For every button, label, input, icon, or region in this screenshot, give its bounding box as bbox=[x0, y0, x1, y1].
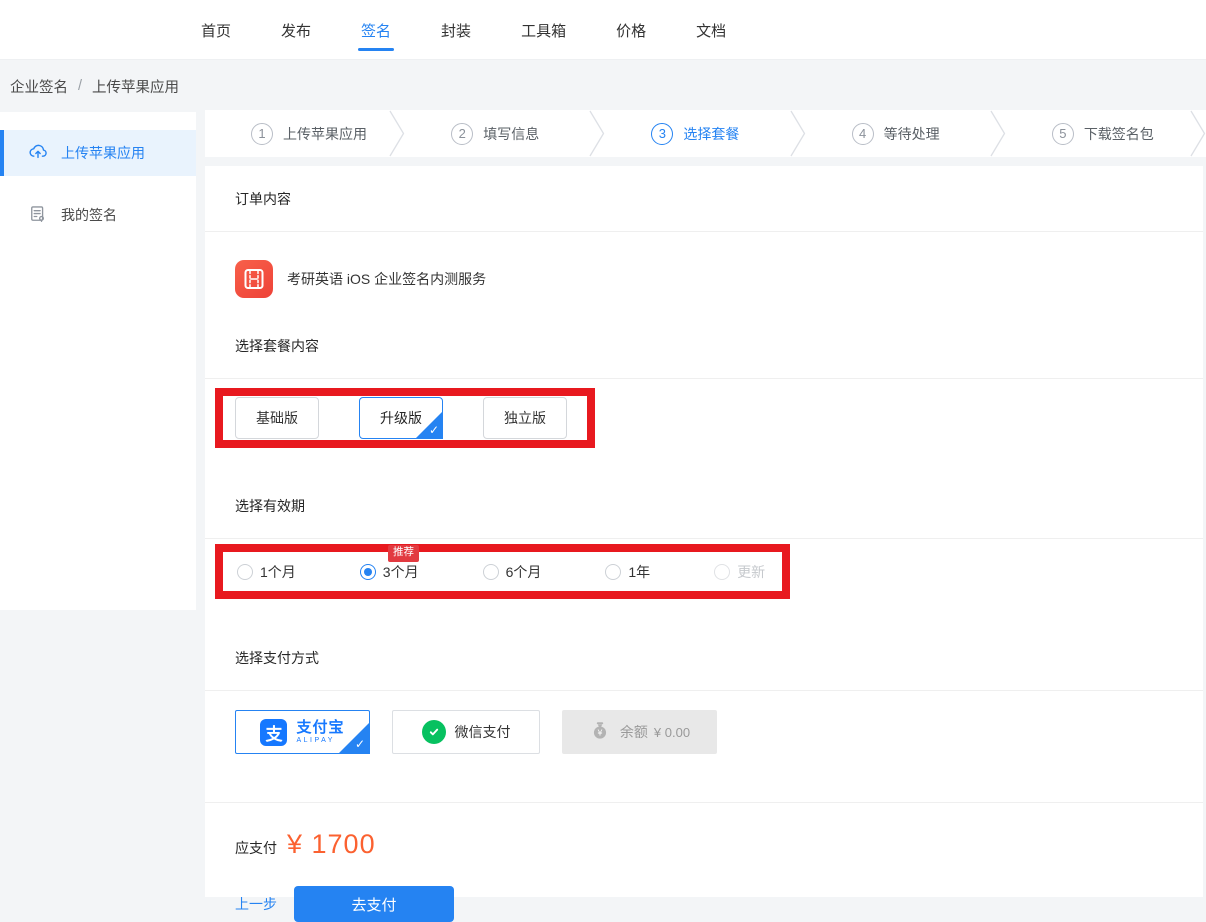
annotation-box-package: 基础版 升级版 独立版 bbox=[215, 388, 595, 448]
step-label: 选择套餐 bbox=[683, 124, 739, 144]
package-option-standalone[interactable]: 独立版 bbox=[483, 397, 567, 439]
breadcrumb-current: 上传苹果应用 bbox=[92, 76, 179, 97]
payable-amount: ¥ 1700 bbox=[287, 829, 376, 860]
recommended-badge: 推荐 bbox=[388, 545, 419, 562]
nav-item-docs[interactable]: 文档 bbox=[696, 0, 726, 60]
svg-text:¥: ¥ bbox=[597, 727, 602, 737]
sidebar-item-my-signatures[interactable]: 我的签名 bbox=[0, 192, 196, 238]
cloud-upload-icon bbox=[28, 142, 48, 165]
nav-item-toolbox[interactable]: 工具箱 bbox=[521, 0, 566, 60]
payable-label: 应支付 bbox=[235, 838, 277, 858]
step-number: 1 bbox=[251, 123, 273, 145]
breadcrumb: 企业签名 / 上传苹果应用 bbox=[0, 60, 1206, 112]
radio-selected-icon bbox=[360, 564, 376, 580]
top-nav: 首页 发布 签名 封装 工具箱 价格 文档 bbox=[0, 0, 1206, 60]
radio-icon bbox=[237, 564, 253, 580]
wechat-pay-icon bbox=[422, 720, 446, 744]
step-label: 上传苹果应用 bbox=[283, 124, 367, 144]
validity-option-1year[interactable]: 1年 bbox=[605, 562, 650, 582]
sidebar-item-label: 上传苹果应用 bbox=[61, 143, 145, 163]
wizard-step-2: 2 填写信息 bbox=[405, 110, 605, 157]
chevron-right-icon bbox=[389, 110, 405, 157]
step-number: 2 bbox=[451, 123, 473, 145]
wizard-step-1: 1 上传苹果应用 bbox=[205, 110, 405, 157]
wizard-step-3-active: 3 选择套餐 bbox=[605, 110, 805, 157]
step-number: 4 bbox=[852, 123, 874, 145]
radio-disabled-icon bbox=[714, 564, 730, 580]
chevron-right-icon bbox=[990, 110, 1006, 157]
payment-option-alipay-selected[interactable]: 支 支付宝 ALIPAY bbox=[235, 710, 370, 754]
validity-option-label: 1年 bbox=[628, 562, 650, 582]
nav-item-home[interactable]: 首页 bbox=[201, 0, 231, 60]
main-panel: 订单内容 考研英语 iOS 企业签名内测服务 选择套餐内容 基础版 升级版 独立… bbox=[205, 166, 1203, 897]
step-wizard: 1 上传苹果应用 2 填写信息 3 选择套餐 4 等待处理 5 下载签名包 bbox=[205, 110, 1206, 157]
step-number: 5 bbox=[1052, 123, 1074, 145]
step-label: 等待处理 bbox=[884, 124, 940, 144]
alipay-logo-icon: 支 bbox=[260, 719, 287, 746]
selected-check-icon bbox=[415, 411, 443, 439]
previous-step-link[interactable]: 上一步 bbox=[235, 894, 277, 914]
wizard-step-5: 5 下载签名包 bbox=[1006, 110, 1206, 157]
balance-amount: ¥ 0.00 bbox=[654, 725, 690, 740]
order-footer: 应支付 ¥ 1700 上一步 去支付 bbox=[205, 803, 1203, 922]
breadcrumb-root[interactable]: 企业签名 bbox=[10, 76, 68, 97]
validity-option-1month[interactable]: 1个月 bbox=[237, 562, 296, 582]
order-app-row: 考研英语 iOS 企业签名内测服务 bbox=[205, 232, 1203, 318]
validity-option-label: 更新 bbox=[737, 562, 765, 582]
chevron-right-icon bbox=[1190, 110, 1206, 157]
validity-option-label: 3个月 bbox=[383, 562, 419, 582]
order-section-title: 订单内容 bbox=[205, 166, 1203, 232]
validity-option-3months-selected[interactable]: 3个月 bbox=[360, 562, 419, 582]
chevron-right-icon bbox=[790, 110, 806, 157]
payment-options-row: 支 支付宝 ALIPAY 微信支付 ¥ bbox=[205, 691, 1203, 803]
payment-section-title: 选择支付方式 bbox=[205, 625, 1203, 691]
package-section-title: 选择套餐内容 bbox=[205, 318, 1203, 379]
payment-option-balance-disabled: ¥ 余额 ¥ 0.00 bbox=[562, 710, 717, 754]
payment-option-wechat[interactable]: 微信支付 bbox=[392, 710, 540, 754]
chevron-right-icon bbox=[589, 110, 605, 157]
radio-icon bbox=[605, 564, 621, 580]
package-option-basic[interactable]: 基础版 bbox=[235, 397, 319, 439]
order-app-name: 考研英语 iOS 企业签名内测服务 bbox=[287, 269, 486, 289]
sidebar-item-label: 我的签名 bbox=[61, 205, 117, 225]
validity-option-label: 6个月 bbox=[506, 562, 542, 582]
wechat-pay-label: 微信支付 bbox=[455, 722, 511, 742]
money-bag-icon: ¥ bbox=[589, 719, 611, 746]
selected-check-icon bbox=[338, 722, 370, 754]
nav-item-pricing[interactable]: 价格 bbox=[616, 0, 646, 60]
validity-section-title: 选择有效期 bbox=[205, 473, 1203, 539]
package-option-upgrade-selected[interactable]: 升级版 bbox=[359, 397, 443, 439]
sidebar-item-upload-app[interactable]: 上传苹果应用 bbox=[0, 130, 196, 176]
validity-option-label: 1个月 bbox=[260, 562, 296, 582]
sidebar: 上传苹果应用 我的签名 bbox=[0, 112, 196, 610]
go-to-pay-button[interactable]: 去支付 bbox=[294, 886, 454, 922]
breadcrumb-separator: / bbox=[78, 78, 82, 94]
step-number: 3 bbox=[651, 123, 673, 145]
step-label: 填写信息 bbox=[483, 124, 539, 144]
annotation-box-validity: 推荐 1个月 3个月 6个月 1年 更新 bbox=[215, 544, 790, 599]
nav-item-package[interactable]: 封装 bbox=[441, 0, 471, 60]
validity-option-6months[interactable]: 6个月 bbox=[483, 562, 542, 582]
nav-item-signature[interactable]: 签名 bbox=[361, 0, 391, 60]
signature-doc-icon bbox=[28, 204, 48, 227]
balance-label: 余额 bbox=[620, 722, 648, 742]
validity-option-renew-disabled: 更新 bbox=[714, 562, 765, 582]
wizard-step-4: 4 等待处理 bbox=[806, 110, 1006, 157]
film-icon bbox=[235, 260, 273, 298]
step-label: 下载签名包 bbox=[1084, 124, 1154, 144]
radio-icon bbox=[483, 564, 499, 580]
nav-item-publish[interactable]: 发布 bbox=[281, 0, 311, 60]
